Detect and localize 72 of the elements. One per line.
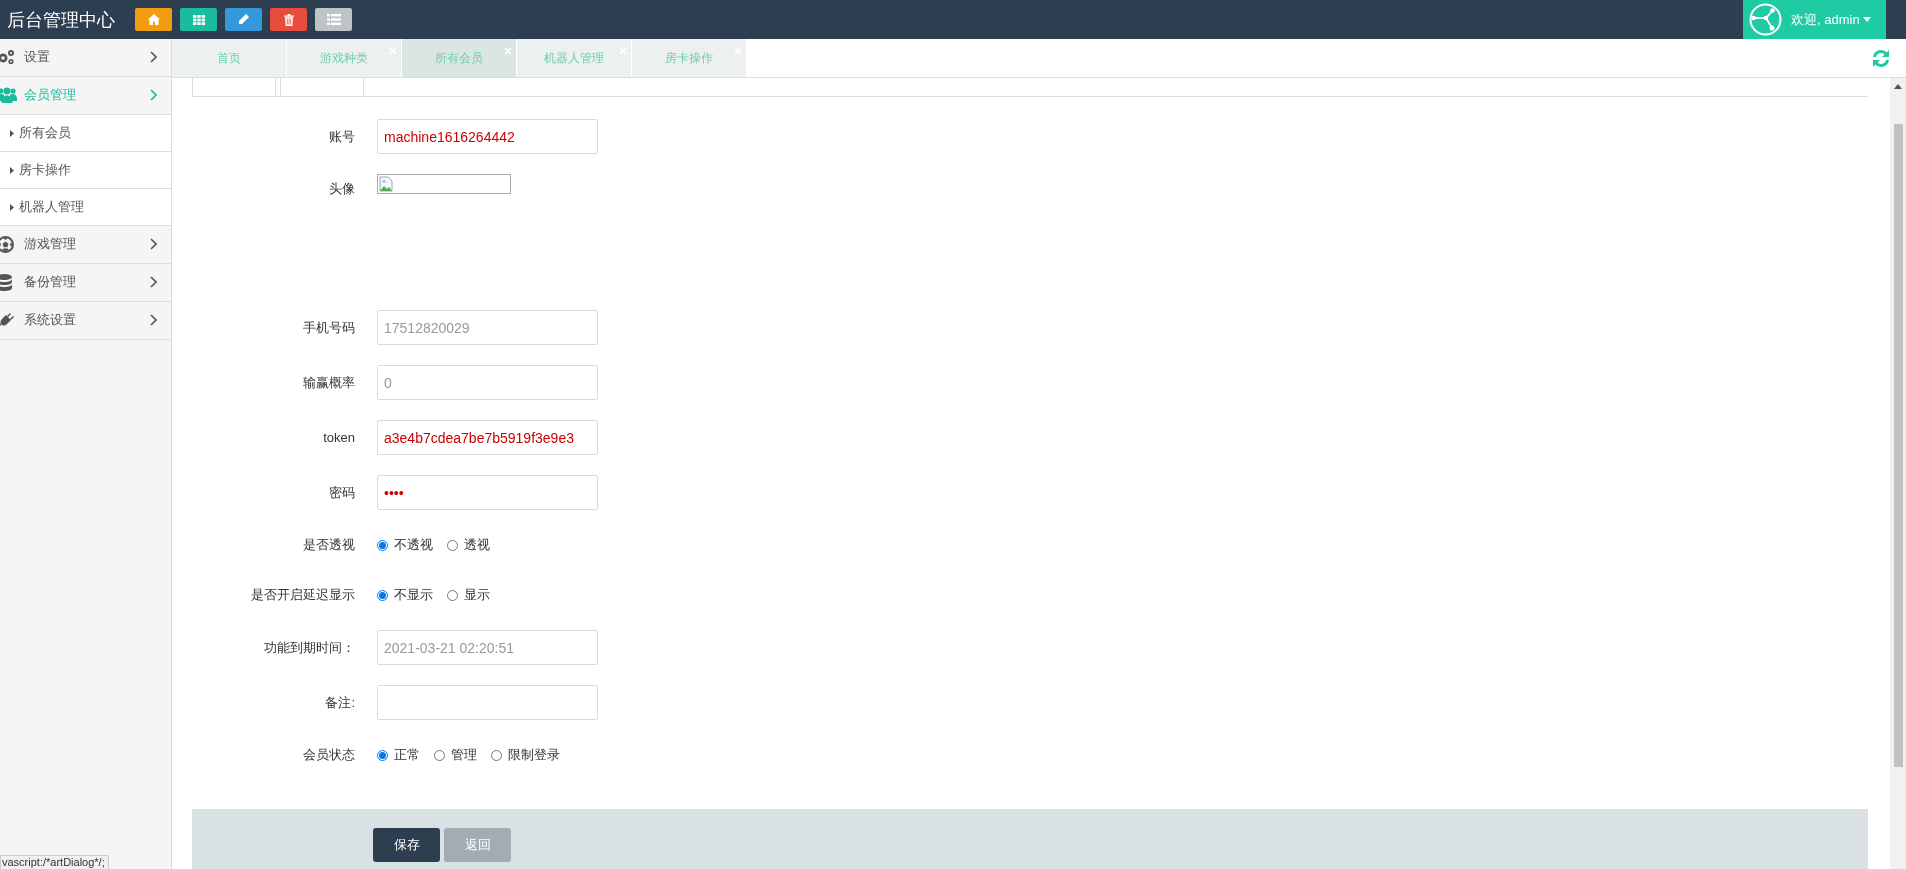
subtab[interactable] — [280, 78, 364, 96]
radio-button[interactable] — [377, 539, 388, 551]
radio-option[interactable]: 不透视 — [377, 536, 433, 554]
trash-icon — [283, 13, 294, 26]
chevron-right-icon — [150, 238, 157, 250]
field-label: 备注: — [324, 693, 355, 712]
subtab[interactable] — [192, 78, 276, 96]
field-label: 输赢概率 — [302, 373, 355, 392]
network-logo-icon — [1749, 3, 1782, 36]
welcome-text: 欢迎, admin — [1791, 10, 1860, 29]
scrollbar[interactable] — [1890, 78, 1906, 869]
status-url-tooltip: vascript:/*artDialog*/; — [0, 855, 109, 869]
submenu-item[interactable]: 机器人管理 — [0, 189, 171, 226]
list-icon — [326, 14, 341, 25]
field-label: 账号 — [328, 127, 355, 146]
sidebar-item[interactable]: 设置 — [0, 39, 171, 77]
scroll-thumb[interactable] — [1893, 124, 1903, 767]
pencil-button[interactable] — [225, 8, 262, 31]
radio-option[interactable]: 透视 — [447, 536, 490, 554]
field-label: 功能到期时间： — [263, 638, 355, 657]
radio-option[interactable]: 限制登录 — [491, 746, 560, 764]
radio-button[interactable] — [377, 589, 388, 601]
radio-button[interactable] — [447, 539, 458, 551]
database-icon — [0, 273, 12, 291]
radio-button[interactable] — [447, 589, 458, 601]
radio-button[interactable] — [434, 749, 445, 761]
field-label: 手机号码 — [302, 318, 355, 337]
home-icon — [147, 14, 160, 25]
input-field[interactable]: machine1616264442 — [377, 119, 598, 154]
sidebar-item[interactable]: 系统设置 — [0, 302, 171, 340]
input-field[interactable] — [377, 685, 598, 720]
sidebar-item[interactable]: 游戏管理 — [0, 226, 171, 264]
field-label: 是否透视 — [302, 536, 355, 554]
radio-option[interactable]: 正常 — [377, 746, 420, 764]
radio-button[interactable] — [491, 749, 502, 761]
field-label: 头像 — [328, 180, 355, 198]
chevron-right-icon — [150, 276, 157, 288]
radio-button[interactable] — [377, 749, 388, 761]
pencil-icon — [238, 14, 249, 25]
chevron-right-icon — [150, 314, 157, 326]
radio-option[interactable]: 管理 — [434, 746, 477, 764]
field-label: 会员状态 — [302, 746, 355, 764]
field-label: 密码 — [328, 483, 355, 502]
caret-right-icon — [10, 129, 14, 137]
submenu-item[interactable]: 所有会员 — [0, 115, 171, 152]
plug-icon — [0, 311, 14, 329]
sidebar-item[interactable]: 备份管理 — [0, 264, 171, 302]
caret-right-icon — [10, 203, 14, 211]
chevron-right-icon — [150, 51, 157, 63]
caret-right-icon — [10, 166, 14, 174]
soccer-ball-icon — [0, 235, 14, 253]
users-icon — [0, 87, 17, 103]
grid-button[interactable] — [180, 8, 217, 31]
trash-button[interactable] — [270, 8, 307, 31]
list-button[interactable] — [315, 8, 352, 31]
refresh-icon[interactable] — [1872, 48, 1890, 68]
field-label: token — [322, 430, 355, 445]
close-icon[interactable] — [504, 47, 512, 55]
caret-down-icon — [1862, 17, 1871, 22]
input-field[interactable]: •••• — [377, 475, 598, 510]
radio-option[interactable]: 显示 — [447, 586, 490, 604]
scroll-up-icon — [1894, 84, 1902, 89]
grid-icon — [192, 14, 205, 25]
chevron-right-icon — [150, 89, 157, 101]
radio-option[interactable]: 不显示 — [377, 586, 433, 604]
input-field[interactable]: a3e4b7cdea7be7b5919f3e9e3 — [377, 420, 598, 455]
field-label: 是否开启延迟显示 — [250, 586, 355, 604]
app-title: 后台管理中心 — [6, 8, 116, 32]
broken-image-icon — [379, 176, 393, 192]
save-button[interactable]: 保存 — [373, 828, 440, 862]
home-button[interactable] — [135, 8, 172, 31]
submenu-item[interactable]: 房卡操作 — [0, 152, 171, 189]
